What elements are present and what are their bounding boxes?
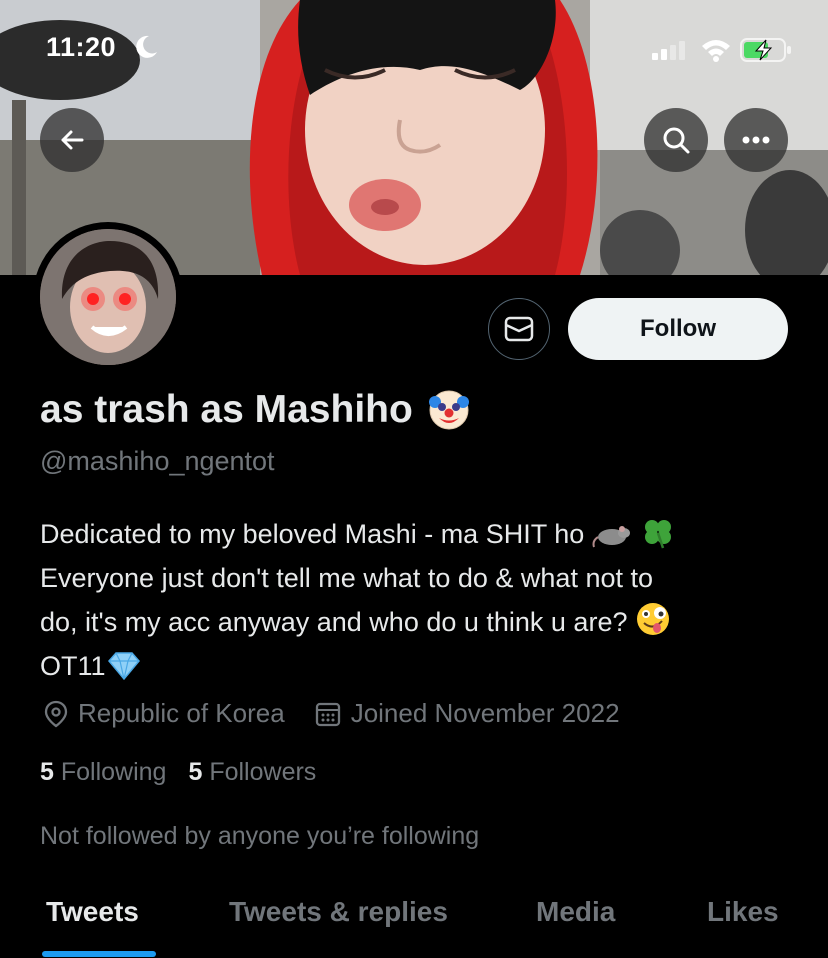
location-text: Republic of Korea xyxy=(78,698,285,728)
search-button[interactable] xyxy=(644,108,708,172)
tab-tweets[interactable]: Tweets xyxy=(46,896,139,928)
search-icon xyxy=(663,127,690,154)
clover-emoji xyxy=(645,520,672,549)
display-name-text: as trash as Mashiho xyxy=(40,388,413,431)
message-button[interactable] xyxy=(488,298,550,360)
cellular-signal-icon xyxy=(652,41,685,60)
location-pin-icon xyxy=(44,700,68,727)
follow-button[interactable]: Follow xyxy=(568,298,788,360)
follow-counts: 5 Following 5 Followers xyxy=(40,758,316,787)
mail-icon xyxy=(504,316,534,342)
back-arrow-icon xyxy=(61,130,84,150)
location: Republic of Korea xyxy=(44,698,285,729)
username-handle: @mashiho_ngentot xyxy=(40,446,275,476)
tab-likes[interactable]: Likes xyxy=(707,896,779,928)
profile-bio: Dedicated to my beloved Mashi - ma SHIT … xyxy=(40,512,800,688)
zany-face-emoji xyxy=(637,603,669,635)
bio-line-4: OT11 xyxy=(40,644,800,688)
followers-link[interactable]: 5 Followers xyxy=(188,758,316,787)
wifi-icon xyxy=(702,40,730,62)
more-options-button[interactable] xyxy=(724,108,788,172)
moon-icon xyxy=(136,35,157,58)
profile-avatar[interactable] xyxy=(33,222,183,372)
not-followed-notice: Not followed by anyone you’re following xyxy=(40,822,480,850)
back-button[interactable] xyxy=(40,108,104,172)
battery-charging-icon xyxy=(740,38,791,62)
join-date: Joined November 2022 xyxy=(315,698,620,729)
bio-line-3: do, it's my acc anyway and who do u thin… xyxy=(40,600,800,644)
following-link[interactable]: 5 Following xyxy=(40,758,166,787)
profile-meta: Republic of Korea Joined November 2022 xyxy=(44,698,620,729)
profile-tabs: Tweets Tweets & replies Media Likes xyxy=(0,888,828,958)
calendar-icon xyxy=(315,702,340,726)
active-tab-indicator xyxy=(42,951,156,957)
rat-emoji xyxy=(592,526,630,548)
join-date-text: Joined November 2022 xyxy=(350,698,620,728)
tab-media[interactable]: Media xyxy=(536,896,615,928)
status-bar: 11:20 xyxy=(0,0,828,90)
gem-emoji xyxy=(107,652,140,681)
status-time: 11:20 xyxy=(46,32,117,62)
more-icon xyxy=(742,136,770,144)
bio-line-1: Dedicated to my beloved Mashi - ma SHIT … xyxy=(40,512,800,556)
avatar-image xyxy=(40,229,176,365)
clown-emoji xyxy=(428,390,469,430)
tab-tweets-and-replies[interactable]: Tweets & replies xyxy=(229,896,448,928)
display-name: as trash as Mashiho xyxy=(40,388,471,432)
bio-line-2: Everyone just don't tell me what to do &… xyxy=(40,563,653,593)
